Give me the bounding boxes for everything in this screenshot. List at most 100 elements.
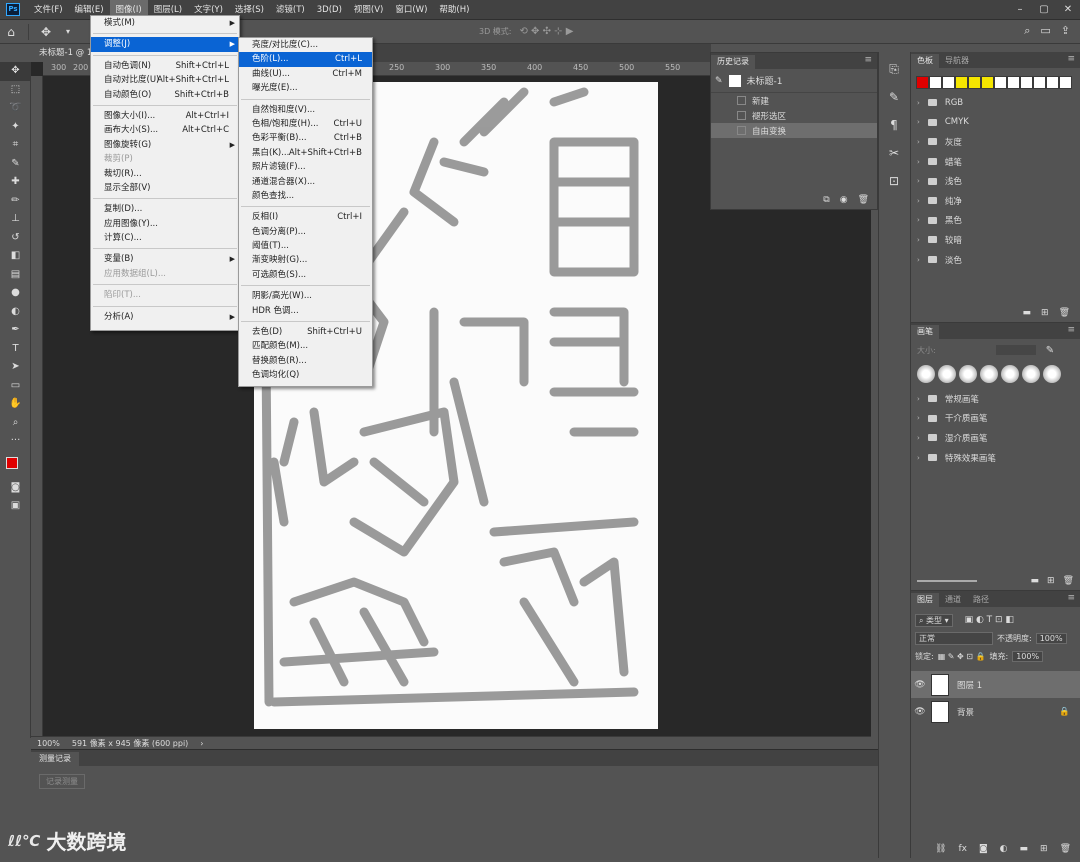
- chevron-right-icon[interactable]: ›: [917, 99, 920, 107]
- move-tool-icon[interactable]: ✥: [0, 62, 31, 81]
- menu-item[interactable]: 自动对比度(U) Alt+Shift+Ctrl+L: [91, 73, 239, 87]
- clone-stamp-icon[interactable]: ⊥: [0, 210, 31, 229]
- folder-item[interactable]: › 黑色: [911, 211, 1080, 231]
- menu-item[interactable]: 曝光度(E)...: [239, 81, 372, 95]
- properties-icon[interactable]: ⊡: [882, 170, 906, 192]
- more-tools-icon[interactable]: ···: [0, 432, 31, 451]
- zoom-level[interactable]: 100%: [31, 739, 66, 748]
- type-tool-icon[interactable]: T: [0, 340, 31, 359]
- quick-mask-icon[interactable]: ◙: [0, 479, 31, 498]
- swatch[interactable]: [981, 76, 994, 89]
- minimize-icon[interactable]: –: [1008, 0, 1032, 20]
- tab-layers-1[interactable]: 通道: [939, 593, 967, 607]
- tab-history[interactable]: 历史记录: [711, 55, 755, 69]
- brush-settings-icon[interactable]: ✎: [882, 86, 906, 108]
- swatch[interactable]: [1007, 76, 1020, 89]
- folder-item[interactable]: › 湿介质画笔: [911, 428, 1080, 448]
- menu-7[interactable]: 3D(D): [311, 0, 348, 20]
- menu-0[interactable]: 文件(F): [28, 0, 69, 20]
- menu-item[interactable]: 自然饱和度(V)...: [239, 103, 372, 117]
- menu-item[interactable]: 颜色查找...: [239, 189, 372, 203]
- fx-icon[interactable]: fx: [958, 844, 967, 854]
- tab-swatches[interactable]: 色板: [911, 54, 939, 68]
- tab-brushes[interactable]: 画笔: [911, 325, 939, 339]
- adjustment-layer-icon[interactable]: ◐: [1000, 844, 1008, 854]
- menu-item[interactable]: 陷印(T)...: [91, 288, 239, 302]
- menu-item[interactable]: 变量(B) ▶: [91, 252, 239, 266]
- folder-item[interactable]: › 常规画笔: [911, 389, 1080, 409]
- tools-preset-icon[interactable]: ✂: [882, 142, 906, 164]
- new-group-icon[interactable]: ▬: [1023, 308, 1032, 318]
- folder-item[interactable]: › 干介质画笔: [911, 409, 1080, 429]
- swatch[interactable]: [1033, 76, 1046, 89]
- panel-menu-icon[interactable]: ≡: [864, 55, 872, 65]
- swatch[interactable]: [955, 76, 968, 89]
- layer-filter-select[interactable]: ⌕ 类型 ▾: [915, 613, 953, 627]
- menu-item[interactable]: 阴影/高光(W)...: [239, 289, 372, 303]
- link-layers-icon[interactable]: ⛓: [935, 844, 946, 854]
- tab-measurement-log[interactable]: 测量记录: [31, 752, 79, 766]
- new-group-icon[interactable]: ▬: [1031, 576, 1040, 586]
- visibility-eye-icon[interactable]: 👁: [911, 680, 929, 690]
- layer-row[interactable]: 👁 背景 🔒: [911, 698, 1080, 725]
- menu-item[interactable]: 应用图像(Y)...: [91, 217, 239, 231]
- tab-layers-2[interactable]: 路径: [967, 593, 995, 607]
- preview-size-slider[interactable]: [917, 580, 977, 582]
- menu-item[interactable]: 匹配颜色(M)...: [239, 339, 372, 353]
- fill-field[interactable]: 100%: [1012, 650, 1044, 662]
- swatch[interactable]: [1059, 76, 1072, 89]
- folder-item[interactable]: › 较暗: [911, 230, 1080, 250]
- folder-item[interactable]: › 纯净: [911, 191, 1080, 211]
- chevron-right-icon[interactable]: ›: [194, 739, 209, 748]
- menu-item[interactable]: 色彩平衡(B)... Ctrl+B: [239, 131, 372, 145]
- swatch[interactable]: [1020, 76, 1033, 89]
- menu-item[interactable]: 自动颜色(O) Shift+Ctrl+B: [91, 88, 239, 102]
- folder-item[interactable]: › RGB: [911, 93, 1080, 113]
- new-document-icon[interactable]: ⧉: [823, 195, 829, 205]
- chevron-right-icon[interactable]: ›: [917, 454, 920, 462]
- layer-row[interactable]: 👁 图层 1: [911, 671, 1080, 698]
- brush-size-field[interactable]: [995, 345, 1036, 355]
- new-group-icon[interactable]: ▬: [1020, 844, 1029, 854]
- lasso-tool-icon[interactable]: ➰: [0, 99, 31, 118]
- menu-item[interactable]: 替换颜色(R)...: [239, 354, 372, 368]
- menu-item[interactable]: 渐变映射(G)...: [239, 253, 372, 267]
- swatch[interactable]: [1046, 76, 1059, 89]
- chevron-right-icon[interactable]: ›: [917, 216, 920, 224]
- crop-tool-icon[interactable]: ⌗: [0, 136, 31, 155]
- screen-mode-icon[interactable]: ▣: [0, 497, 31, 516]
- menu-item[interactable]: 阈值(T)...: [239, 239, 372, 253]
- pen-tool-icon[interactable]: ✒: [0, 321, 31, 340]
- menu-item[interactable]: 照片滤镜(F)...: [239, 160, 372, 174]
- path-selection-icon[interactable]: ➤: [0, 358, 31, 377]
- chevron-down-icon[interactable]: ▾: [57, 27, 79, 36]
- menu-8[interactable]: 视图(V): [348, 0, 389, 20]
- menu-item[interactable]: 色阶(L)... Ctrl+L: [239, 52, 372, 67]
- new-brush-icon[interactable]: ✎: [1046, 345, 1054, 356]
- rectangle-tool-icon[interactable]: ▭: [0, 377, 31, 396]
- chevron-right-icon[interactable]: ›: [917, 434, 920, 442]
- menu-item[interactable]: 裁切(R)...: [91, 167, 239, 181]
- 3d-tools-icons[interactable]: ⟲ ✥ ✣ ⊹ ▶: [520, 26, 574, 37]
- menu-6[interactable]: 滤镜(T): [270, 0, 311, 20]
- menu-item[interactable]: 模式(M) ▶: [91, 16, 239, 30]
- healing-brush-icon[interactable]: ✚: [0, 173, 31, 192]
- history-state[interactable]: 褪形选区: [711, 108, 877, 123]
- opacity-field[interactable]: 100%: [1035, 632, 1067, 644]
- chevron-right-icon[interactable]: ›: [917, 414, 920, 422]
- folder-item[interactable]: › 特殊效果画笔: [911, 448, 1080, 468]
- trash-icon[interactable]: 🗑: [1063, 576, 1074, 586]
- swatch[interactable]: [929, 76, 942, 89]
- tab-navigator[interactable]: 导航器: [939, 54, 975, 68]
- brush-tool-icon[interactable]: ✏: [0, 192, 31, 211]
- blur-tool-icon[interactable]: ●: [0, 284, 31, 303]
- chevron-right-icon[interactable]: ›: [917, 158, 920, 166]
- menu-item[interactable]: 图像大小(I)... Alt+Ctrl+I: [91, 109, 239, 123]
- lock-icons[interactable]: ▦ ✎ ✥ ⊡ 🔒: [938, 652, 986, 661]
- menu-item[interactable]: 色相/饱和度(H)... Ctrl+U: [239, 117, 372, 131]
- home-icon[interactable]: ⌂: [0, 25, 22, 39]
- paragraph-icon[interactable]: ¶: [882, 114, 906, 136]
- chevron-right-icon[interactable]: ›: [917, 177, 920, 185]
- new-layer-icon[interactable]: ⊞: [1040, 844, 1048, 854]
- trash-icon[interactable]: 🗑: [1059, 308, 1070, 318]
